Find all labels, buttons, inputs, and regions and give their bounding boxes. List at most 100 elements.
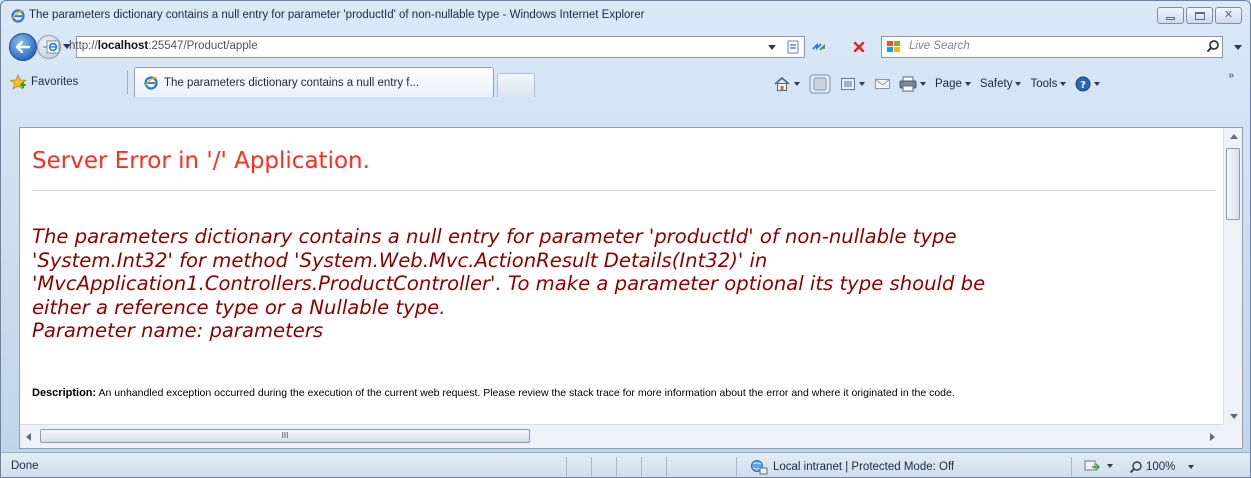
live-search-logo-icon: [887, 41, 900, 52]
back-arrow-icon: [16, 41, 30, 53]
scroll-left-icon[interactable]: [26, 433, 31, 441]
horizontal-scroll-thumb[interactable]: III: [40, 429, 530, 443]
help-menu[interactable]: ?: [1075, 76, 1101, 92]
status-divider: [666, 457, 667, 476]
ie-page-icon: [144, 75, 158, 90]
local-intranet-icon: [751, 460, 768, 475]
compatibility-icon: [787, 40, 799, 54]
address-dropdown[interactable]: [768, 45, 776, 50]
title-divider: [32, 190, 1216, 191]
svg-text:?: ?: [1080, 80, 1086, 91]
scroll-up-icon[interactable]: [1230, 134, 1238, 139]
help-icon: ?: [1075, 76, 1091, 92]
protected-mode-button[interactable]: [1083, 459, 1113, 473]
search-icon[interactable]: [1206, 39, 1220, 53]
page-icon: [46, 40, 60, 54]
ie-logo-icon: [11, 9, 25, 23]
tab-separator: [127, 70, 128, 94]
stop-icon: [853, 41, 865, 53]
error-message-line: The parameters dictionary contains a nul…: [32, 225, 957, 248]
safety-menu[interactable]: Safety: [980, 78, 1022, 90]
back-button[interactable]: [9, 33, 37, 61]
status-divider: [641, 457, 642, 476]
status-divider: [1071, 457, 1072, 476]
status-divider: [591, 457, 592, 476]
description-text: An unhandled exception occurred during t…: [96, 387, 955, 399]
description-label: Description:: [32, 387, 97, 399]
feeds-button[interactable]: [809, 74, 831, 94]
zoom-control[interactable]: 100%: [1129, 460, 1195, 474]
close-icon: ✕: [1223, 9, 1234, 21]
title-bar: The parameters dictionary contains a nul…: [1, 1, 1250, 31]
security-zone[interactable]: Local intranet | Protected Mode: Off: [750, 459, 954, 475]
tools-menu[interactable]: Tools: [1030, 78, 1067, 90]
help-menu-caret-icon: [1094, 82, 1101, 86]
error-message-line: Parameter name: parameters: [32, 319, 324, 342]
zoom-dropdown-icon[interactable]: [1188, 465, 1195, 469]
url-path: :25547/Product/apple: [148, 40, 258, 52]
tools-menu-label: Tools: [1030, 78, 1058, 90]
favorites-star-icon: [9, 74, 27, 90]
tools-menu-caret-icon: [1060, 82, 1067, 86]
refresh-button[interactable]: [809, 38, 829, 56]
minimize-icon: [1166, 16, 1175, 20]
zoom-icon: [1129, 461, 1142, 474]
window-title: The parameters dictionary contains a nul…: [29, 9, 645, 21]
home-dropdown-icon[interactable]: [794, 82, 800, 86]
refresh-icon: [812, 42, 825, 51]
tab-bar: Favorites The parameters dictionary cont…: [1, 64, 1250, 126]
caption-buttons: ✕: [1157, 7, 1242, 24]
maximize-button[interactable]: [1186, 7, 1213, 24]
scroll-right-icon[interactable]: [1210, 433, 1215, 441]
close-button[interactable]: ✕: [1215, 7, 1242, 24]
safety-menu-caret-icon: [1015, 82, 1022, 86]
page-menu-label: Page: [935, 78, 962, 90]
minimize-button[interactable]: [1157, 7, 1184, 24]
read-mail-button[interactable]: [840, 77, 865, 91]
print-button[interactable]: [874, 76, 926, 92]
search-placeholder: Live Search: [909, 40, 970, 52]
status-divider: [616, 457, 617, 476]
maximize-icon: [1194, 11, 1205, 20]
mail-dropdown-icon[interactable]: [859, 82, 865, 86]
status-text: Done: [11, 460, 39, 472]
zoom-level: 100%: [1146, 461, 1176, 473]
security-zone-label: Local intranet | Protected Mode: Off: [773, 461, 955, 473]
vertical-scrollbar[interactable]: [1223, 128, 1242, 425]
compatibility-view-button[interactable]: [783, 38, 803, 56]
feeds-icon: [809, 74, 831, 94]
status-bar: Done Local intranet | Protected Mode: Of…: [1, 452, 1250, 477]
new-tab-button[interactable]: [497, 73, 535, 97]
printer-icon: [899, 76, 917, 92]
search-options-dropdown[interactable]: [1234, 45, 1242, 50]
read-mail-icon: [841, 78, 855, 90]
toolbar-overflow-icon[interactable]: »: [1228, 70, 1234, 81]
status-divider: [736, 457, 737, 476]
browser-window: The parameters dictionary contains a nul…: [0, 0, 1251, 478]
pop-up-blocker-icon: [1084, 460, 1100, 471]
command-bar: Page Safety Tools ?: [773, 73, 1109, 95]
page-menu-caret-icon: [964, 82, 971, 86]
favorites-button[interactable]: Favorites: [9, 71, 78, 93]
content-viewport: Server Error in '/' Application. The par…: [19, 127, 1243, 449]
scrollbar-corner: [1223, 424, 1242, 448]
favorites-label: Favorites: [31, 76, 79, 88]
address-url[interactable]: http://localhost:25547/Product/apple: [69, 40, 258, 52]
url-prefix: http://: [69, 40, 98, 52]
vertical-scroll-thumb[interactable]: [1226, 148, 1240, 220]
page-title: Server Error in '/' Application.: [32, 148, 370, 174]
mail-icon: [875, 79, 890, 89]
error-message-line: 'System.Int32' for method 'System.Web.Mv…: [32, 248, 768, 272]
status-divider: [566, 457, 567, 476]
tab-active[interactable]: The parameters dictionary contains a nul…: [134, 67, 494, 97]
page-menu[interactable]: Page: [935, 78, 971, 90]
home-icon: [774, 76, 790, 91]
home-button[interactable]: [773, 76, 800, 92]
print-dropdown-icon[interactable]: [920, 82, 926, 86]
scroll-down-icon[interactable]: [1230, 414, 1238, 419]
stop-button[interactable]: [849, 38, 869, 56]
error-description: Description: An unhandled exception occu…: [32, 387, 1212, 400]
pop-up-dropdown-icon[interactable]: [1107, 464, 1113, 468]
horizontal-scrollbar[interactable]: III: [20, 424, 1223, 448]
url-host: localhost: [97, 40, 149, 52]
